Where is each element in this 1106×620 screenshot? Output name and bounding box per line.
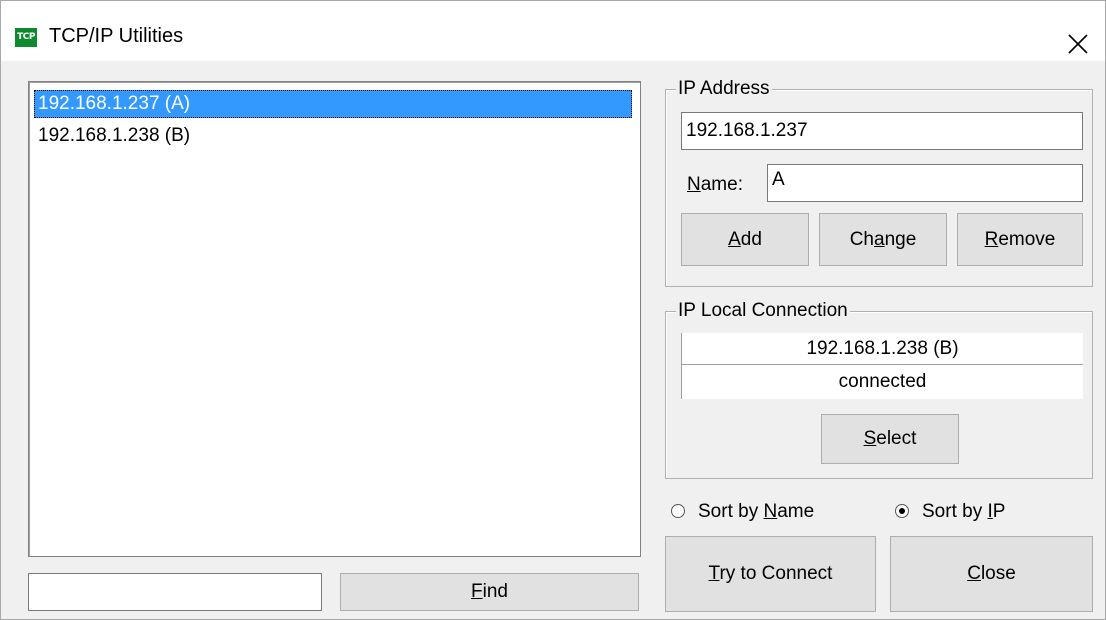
tcp-app-icon: TCP (15, 28, 37, 47)
find-button-label: Find (471, 581, 508, 602)
connection-status-cell: connected (681, 365, 1083, 399)
try-to-connect-button[interactable]: Try to Connect (665, 536, 876, 612)
window-title: TCP/IP Utilities (49, 25, 184, 47)
try-to-connect-label: Try to Connect (708, 563, 833, 584)
add-button[interactable]: Add (681, 213, 809, 266)
list-item[interactable]: 192.168.1.237 (A) (34, 90, 632, 118)
sort-by-name-label[interactable]: Sort by Name (698, 501, 814, 523)
title-bar: TCP TCP/IP Utilities (1, 1, 1105, 61)
close-icon[interactable] (1049, 5, 1105, 61)
change-button[interactable]: Change (819, 213, 947, 266)
find-button[interactable]: Find (340, 573, 639, 611)
name-label-rest: ame: (700, 174, 743, 195)
change-button-label: Change (849, 229, 917, 250)
select-button[interactable]: Select (821, 414, 959, 464)
ip-address-legend: IP Address (676, 78, 772, 100)
select-button-label: Select (863, 428, 917, 449)
host-list[interactable]: 192.168.1.237 (A) 192.168.1.238 (B) (28, 81, 641, 557)
close-button[interactable]: Close (890, 536, 1093, 612)
connection-host-cell: 192.168.1.238 (B) (681, 333, 1083, 365)
ip-local-connection-legend: IP Local Connection (676, 300, 850, 322)
name-field[interactable]: A (767, 164, 1083, 202)
find-input[interactable] (28, 573, 322, 611)
close-button-label: Close (967, 563, 1016, 584)
remove-button[interactable]: Remove (957, 213, 1083, 266)
add-button-label: Add (728, 229, 762, 250)
tcpip-utilities-dialog: TCP TCP/IP Utilities 192.168.1.237 (A) 1… (0, 0, 1106, 620)
sort-by-ip-radio[interactable] (895, 504, 909, 518)
sort-by-name-radio[interactable] (671, 504, 685, 518)
remove-button-label: Remove (984, 229, 1056, 250)
list-item[interactable]: 192.168.1.238 (B) (34, 122, 632, 150)
ip-address-field[interactable]: 192.168.1.237 (681, 112, 1083, 150)
sort-by-ip-label[interactable]: Sort by IP (922, 501, 1005, 523)
name-label: Name: (687, 174, 743, 195)
